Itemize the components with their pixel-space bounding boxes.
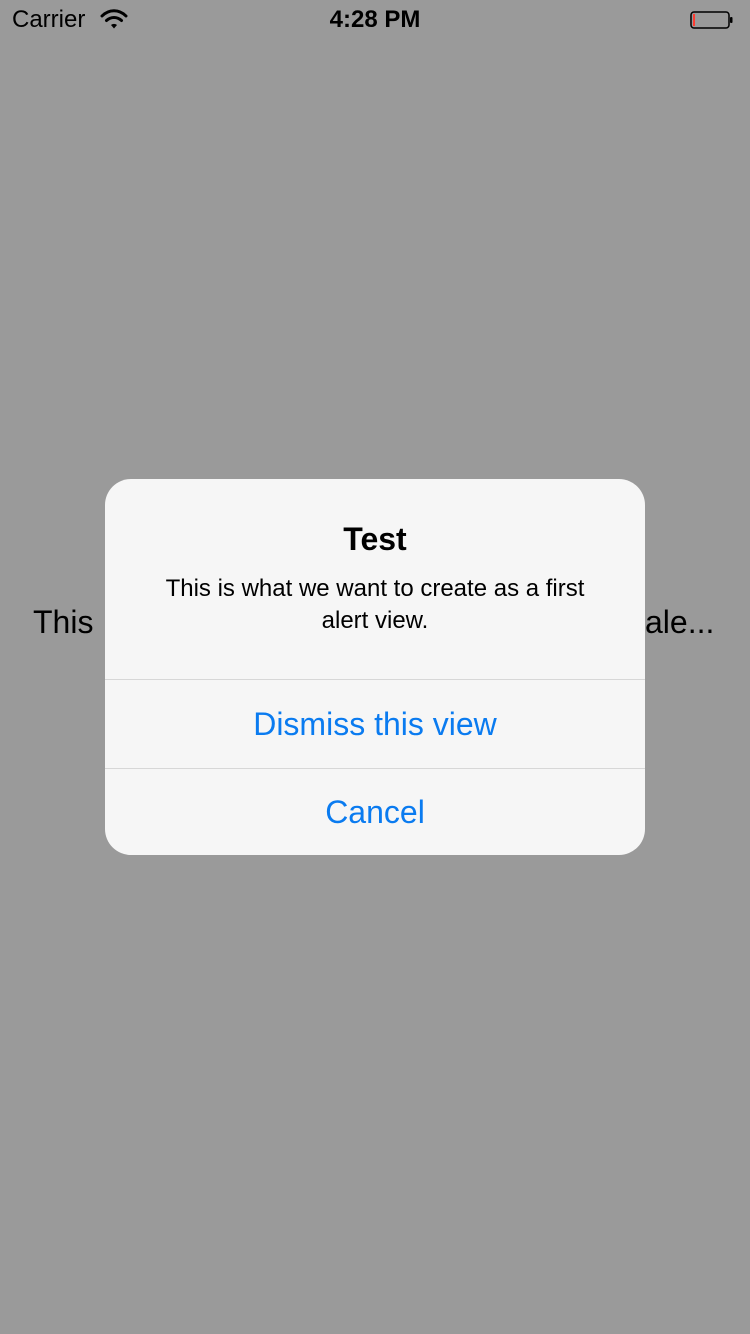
background-text-right: ale... — [645, 604, 715, 640]
status-bar: Carrier 4:28 PM — [0, 0, 750, 40]
background-text-left: This — [33, 604, 94, 640]
alert-message: This is what we want to create as a firs… — [165, 575, 585, 634]
dismiss-button[interactable]: Dismiss this view — [105, 680, 645, 768]
cancel-button[interactable]: Cancel — [105, 768, 645, 855]
alert-title: Test — [343, 521, 407, 557]
clock: 4:28 PM — [329, 6, 421, 33]
alert-dialog: Test This is what we want to create as a… — [105, 479, 645, 855]
battery-icon — [690, 11, 733, 29]
alert-header: Test This is what we want to create as a… — [105, 479, 645, 679]
